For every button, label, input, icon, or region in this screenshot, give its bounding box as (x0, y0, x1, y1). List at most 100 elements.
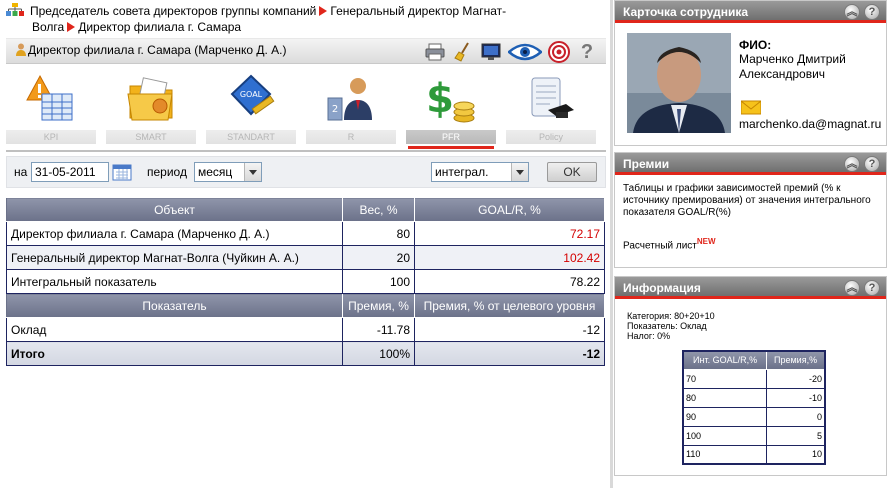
info-title: Информация (623, 281, 701, 295)
table-header-row: Инт. GOAL/R,% Премия,% (682, 350, 826, 370)
org-structure-icon[interactable] (6, 3, 24, 17)
goal-badge-icon: GOAL (230, 74, 275, 116)
collapse-icon[interactable]: ︽ (844, 4, 860, 20)
table-row: 80 -10 (682, 387, 826, 408)
tab-smart[interactable]: SMART (106, 68, 196, 154)
period-label: период (147, 165, 187, 179)
help-icon[interactable]: ? (864, 4, 880, 20)
new-badge: NEW (696, 237, 716, 246)
tab-policy-label: Policy (506, 130, 596, 144)
screen-button[interactable] (480, 41, 502, 63)
svg-text:2: 2 (332, 104, 338, 115)
print-button[interactable] (424, 41, 446, 63)
nav-divider (6, 150, 606, 152)
mode-value: интеграл. (435, 165, 489, 179)
scale-goal: 90 (682, 406, 768, 427)
scroll-graduation-icon (531, 77, 574, 118)
scale-goal: 100 (682, 425, 768, 446)
panel-title: Информация ︽ ? (615, 277, 886, 299)
total-row: Итого 100% -12 (6, 341, 605, 366)
table-row[interactable]: Генеральный директор Магнат-Волга (Чуйки… (6, 245, 605, 270)
employee-name-line1: Марченко Дмитрий (739, 52, 846, 66)
help-icon[interactable]: ? (864, 156, 880, 172)
monitor-icon (481, 43, 501, 60)
tab-pfr[interactable]: $ PFR (406, 68, 496, 154)
help-button[interactable]: ? (576, 41, 598, 63)
chevron-down-icon (511, 163, 528, 181)
ok-button[interactable]: OK (547, 162, 597, 182)
mode-select[interactable]: интеграл. (431, 162, 529, 182)
toolbar: ? (424, 40, 598, 64)
date-input[interactable]: 31-05-2011 (31, 162, 109, 182)
tab-r[interactable]: 2 R (306, 68, 396, 154)
scale-goal: 70 (682, 368, 768, 389)
tab-policy[interactable]: Policy (506, 68, 596, 154)
goal-table: Объект Вес, % GOAL/R, % Директор филиала… (6, 197, 605, 366)
tab-standart[interactable]: GOAL STANDART (206, 68, 296, 154)
kpi-warning-table-icon (26, 74, 73, 121)
col-weight: Вес, % (342, 197, 415, 222)
envelope-icon[interactable] (741, 99, 761, 115)
row-name: Директор филиала г. Самара (Марченко Д. … (6, 221, 343, 246)
col-object: Объект (6, 197, 343, 222)
breadcrumb-item-general-director-cont: Волга (32, 20, 65, 34)
collapse-icon[interactable]: ︽ (844, 156, 860, 172)
row-bonus: -11.78 (342, 317, 415, 342)
col-indicator: Показатель (6, 293, 343, 318)
column-divider (610, 0, 613, 488)
payslip-link[interactable]: Расчетный листNEW (623, 237, 716, 251)
table-row[interactable]: Директор филиала г. Самара (Марченко Д. … (6, 221, 605, 246)
arrow-right-icon (319, 6, 328, 16)
eye-icon (508, 43, 542, 61)
bonuses-description-link[interactable]: Таблицы и графики зависимостей премий (%… (623, 183, 881, 219)
date-value: 31-05-2011 (35, 165, 96, 179)
row-target: -12 (414, 317, 605, 342)
arrow-right-icon (67, 22, 76, 32)
employee-email[interactable]: marchenko.da@magnat.ru (739, 117, 881, 131)
col-bonus: Премия, % (342, 293, 415, 318)
breadcrumb: Председатель совета директоров группы ко… (6, 3, 606, 35)
target-button[interactable] (548, 41, 570, 63)
row-name: Оклад (6, 317, 343, 342)
tab-kpi-label: KPI (6, 130, 96, 144)
tab-kpi[interactable]: KPI (6, 68, 96, 154)
info-category: Категория: 80+20+10 (627, 311, 715, 321)
col-goal-r: Инт. GOAL/R,% (682, 350, 768, 370)
collapse-icon[interactable]: ︽ (844, 280, 860, 296)
view-button[interactable] (508, 41, 542, 63)
total-bonus: 100% (342, 341, 415, 366)
scale-bonus: 0 (766, 406, 826, 427)
scale-bonus: 5 (766, 425, 826, 446)
info-indicator: Показатель: Оклад (627, 321, 707, 331)
help-icon[interactable]: ? (864, 280, 880, 296)
calendar-icon[interactable] (112, 163, 132, 181)
current-person: Директор филиала г. Самара (Марченко Д. … (16, 43, 287, 57)
filter-bar: на 31-05-2011 период месяц интеграл. OK (6, 156, 606, 188)
svg-text:GOAL: GOAL (240, 90, 263, 99)
panel-title: Премии ︽ ? (615, 153, 886, 175)
breadcrumb-item-chairman[interactable]: Председатель совета директоров группы ко… (30, 4, 316, 18)
help-icon: ? (580, 40, 594, 63)
row-goal: 102.42 (414, 245, 605, 270)
ranking-person-icon: 2 (327, 78, 372, 121)
col-bonus: Премия,% (766, 350, 826, 370)
side-panels: Карточка сотрудника ︽ ? ФИО: Марченко Дм… (614, 0, 889, 488)
scale-goal: 110 (682, 444, 768, 465)
dollar-coins-icon: $ (426, 76, 475, 123)
target-icon (548, 41, 570, 63)
person-icon (16, 43, 26, 56)
employee-name: Марченко Дмитрий Александрович (739, 52, 884, 82)
table-row[interactable]: Оклад -11.78 -12 (6, 317, 605, 342)
row-name: Интегральный показатель (6, 269, 343, 294)
tab-r-label: R (306, 130, 396, 144)
bonuses-panel: Премии ︽ ? Таблицы и графики зависимосте… (614, 152, 887, 268)
chevron-down-icon (244, 163, 261, 181)
row-goal: 72.17 (414, 221, 605, 246)
table-row: 100 5 (682, 425, 826, 446)
period-select[interactable]: месяц (194, 162, 262, 182)
total-target: -12 (414, 341, 605, 366)
clear-button[interactable] (452, 41, 474, 63)
panel-title: Карточка сотрудника ︽ ? (615, 1, 886, 23)
table-header-row: Объект Вес, % GOAL/R, % (6, 197, 605, 222)
table-row[interactable]: Интегральный показатель 100 78.22 (6, 269, 605, 294)
